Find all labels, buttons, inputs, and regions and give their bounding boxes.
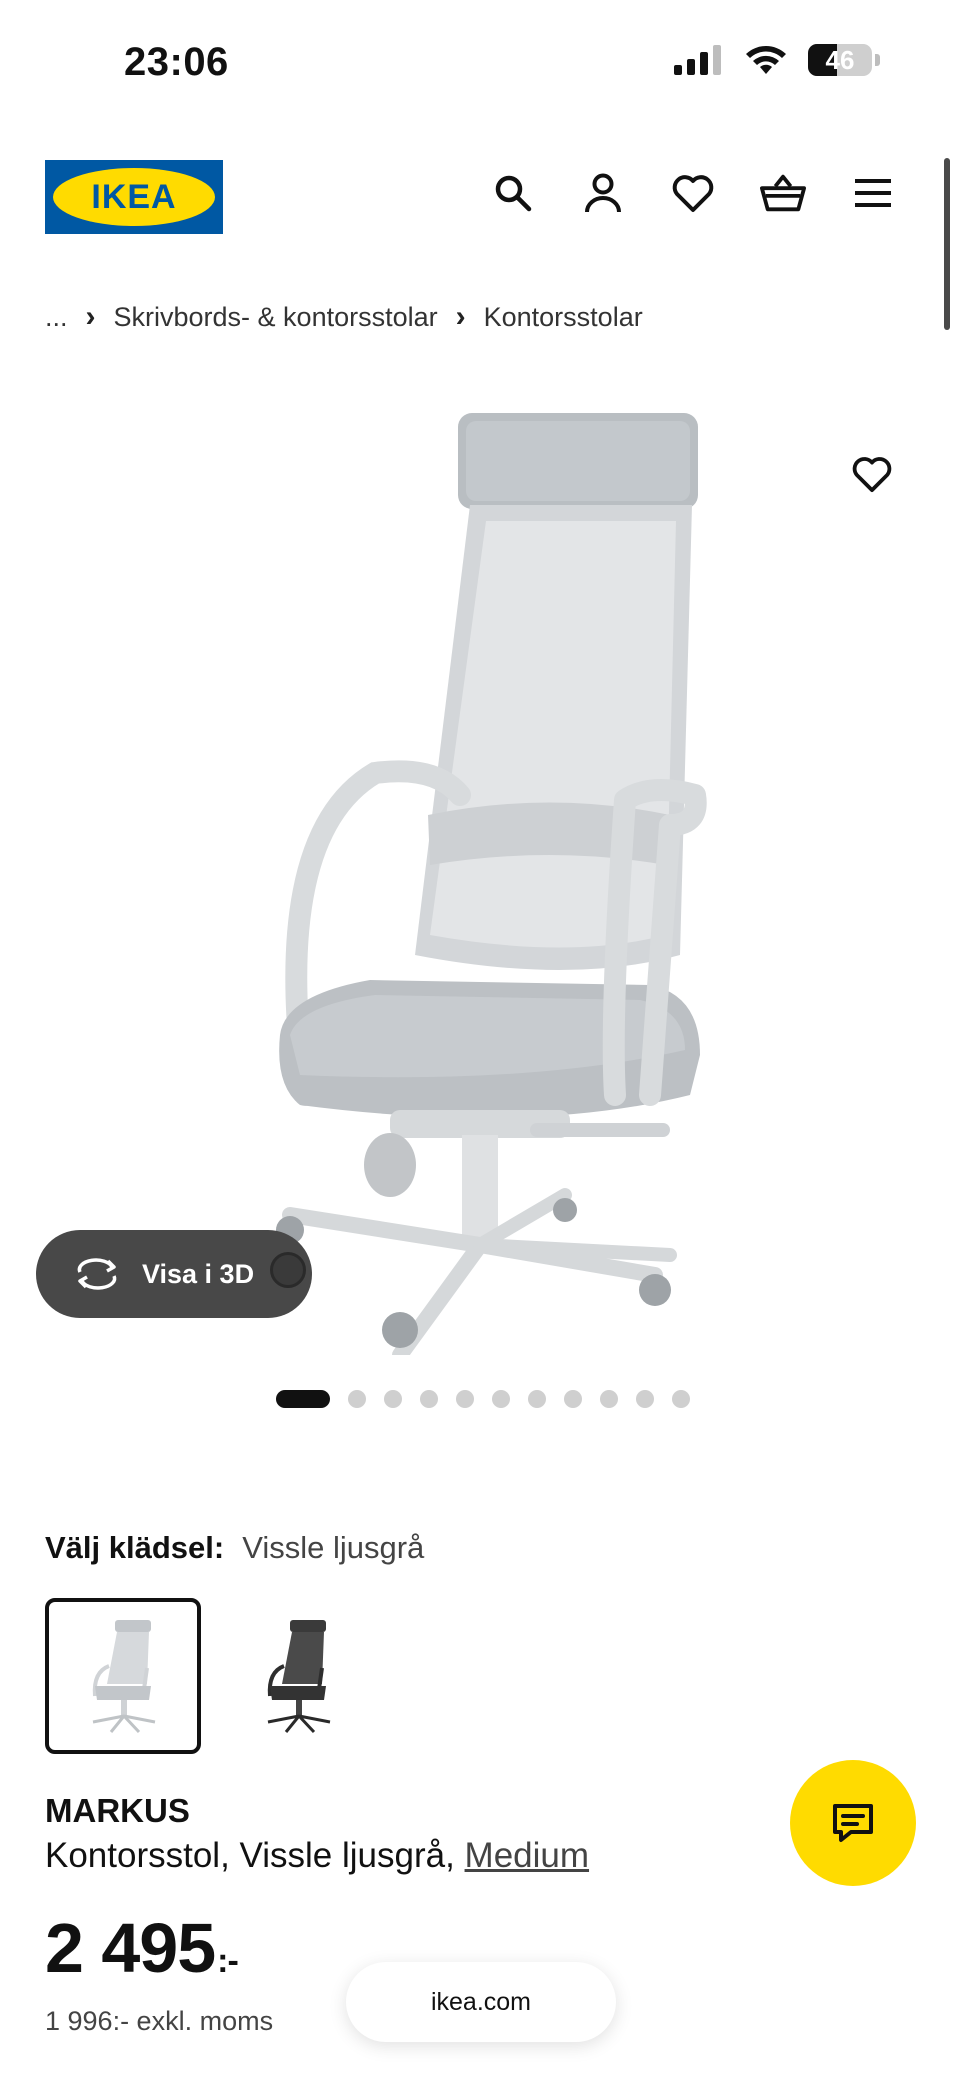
cart-button[interactable] — [760, 170, 806, 216]
pagination-dot[interactable] — [672, 1390, 690, 1408]
logo-oval: IKEA — [53, 168, 215, 226]
price-value: 2 495 — [45, 1909, 216, 1987]
chat-icon — [833, 1804, 873, 1842]
signal-icon — [674, 45, 721, 75]
variant-selected-value: Vissle ljusgrå — [242, 1530, 425, 1565]
view-in-3d-label: Visa i 3D — [142, 1258, 255, 1289]
pagination-dot[interactable] — [420, 1390, 438, 1408]
search-icon — [495, 175, 532, 212]
breadcrumb-ellipsis[interactable]: ... — [45, 302, 68, 333]
wifi-icon — [746, 46, 786, 74]
product-price: 2 495:- — [45, 1908, 239, 1988]
pagination-dot[interactable] — [600, 1390, 618, 1408]
user-icon — [585, 173, 621, 213]
ikea-logo[interactable]: IKEA — [45, 160, 223, 234]
header-actions — [490, 170, 896, 216]
status-icons: 46 — [674, 44, 880, 76]
chevron-right-icon: › — [455, 300, 466, 333]
chevron-right-icon: › — [85, 300, 96, 333]
scroll-indicator — [944, 158, 950, 330]
pagination-dot[interactable] — [384, 1390, 402, 1408]
breadcrumb-item-office-chairs[interactable]: Kontorsstolar — [484, 302, 643, 333]
browser-url-bar[interactable]: ikea.com — [346, 1962, 616, 2042]
heart-icon — [672, 175, 714, 212]
logo-text: IKEA — [91, 177, 177, 216]
variant-option-dark-grey[interactable] — [220, 1598, 376, 1754]
battery-icon: 46 — [808, 44, 872, 76]
pagination-dot[interactable] — [492, 1390, 510, 1408]
product-image[interactable] — [230, 395, 730, 1355]
price-suffix: :- — [217, 1942, 239, 1980]
pagination-dot[interactable] — [456, 1390, 474, 1408]
favorites-button[interactable] — [670, 170, 716, 216]
product-description-text: Kontorsstol, Vissle ljusgrå, — [45, 1836, 465, 1875]
size-link[interactable]: Medium — [465, 1836, 589, 1875]
search-button[interactable] — [490, 170, 536, 216]
add-to-favorites-button[interactable] — [838, 440, 906, 508]
chat-button[interactable] — [790, 1760, 916, 1886]
pagination-dot[interactable] — [564, 1390, 582, 1408]
product-description: Kontorsstol, Vissle ljusgrå, Medium — [45, 1836, 589, 1876]
status-time: 23:06 — [124, 40, 229, 84]
variant-option-light-grey[interactable] — [45, 1598, 201, 1754]
menu-icon — [855, 179, 891, 207]
rotate-3d-icon — [77, 1258, 117, 1290]
account-button[interactable] — [580, 170, 626, 216]
chair-thumbnail-dark — [267, 1620, 331, 1734]
pagination-dot[interactable] — [348, 1390, 366, 1408]
breadcrumb: ... › Skrivbords- & kontorsstolar › Kont… — [45, 300, 643, 334]
image-pagination — [276, 1390, 690, 1408]
chair-thumbnail-light — [92, 1620, 156, 1734]
product-name: MARKUS — [45, 1792, 190, 1829]
menu-button[interactable] — [850, 170, 896, 216]
assistive-touch-button[interactable] — [270, 1252, 306, 1288]
price-excl-vat: 1 996:- exkl. moms — [45, 2006, 274, 2036]
variant-selector-label: Välj klädsel: Vissle ljusgrå — [45, 1530, 424, 1566]
battery-cap — [875, 54, 880, 66]
battery-level: 46 — [825, 44, 855, 75]
basket-icon — [760, 174, 806, 212]
pagination-dot-active[interactable] — [276, 1390, 330, 1408]
variant-label: Välj klädsel: — [45, 1530, 225, 1565]
breadcrumb-item-desk-chairs[interactable]: Skrivbords- & kontorsstolar — [114, 302, 438, 333]
pagination-dot[interactable] — [636, 1390, 654, 1408]
url-text: ikea.com — [430, 1987, 532, 2016]
heart-icon — [852, 457, 892, 493]
pagination-dot[interactable] — [528, 1390, 546, 1408]
